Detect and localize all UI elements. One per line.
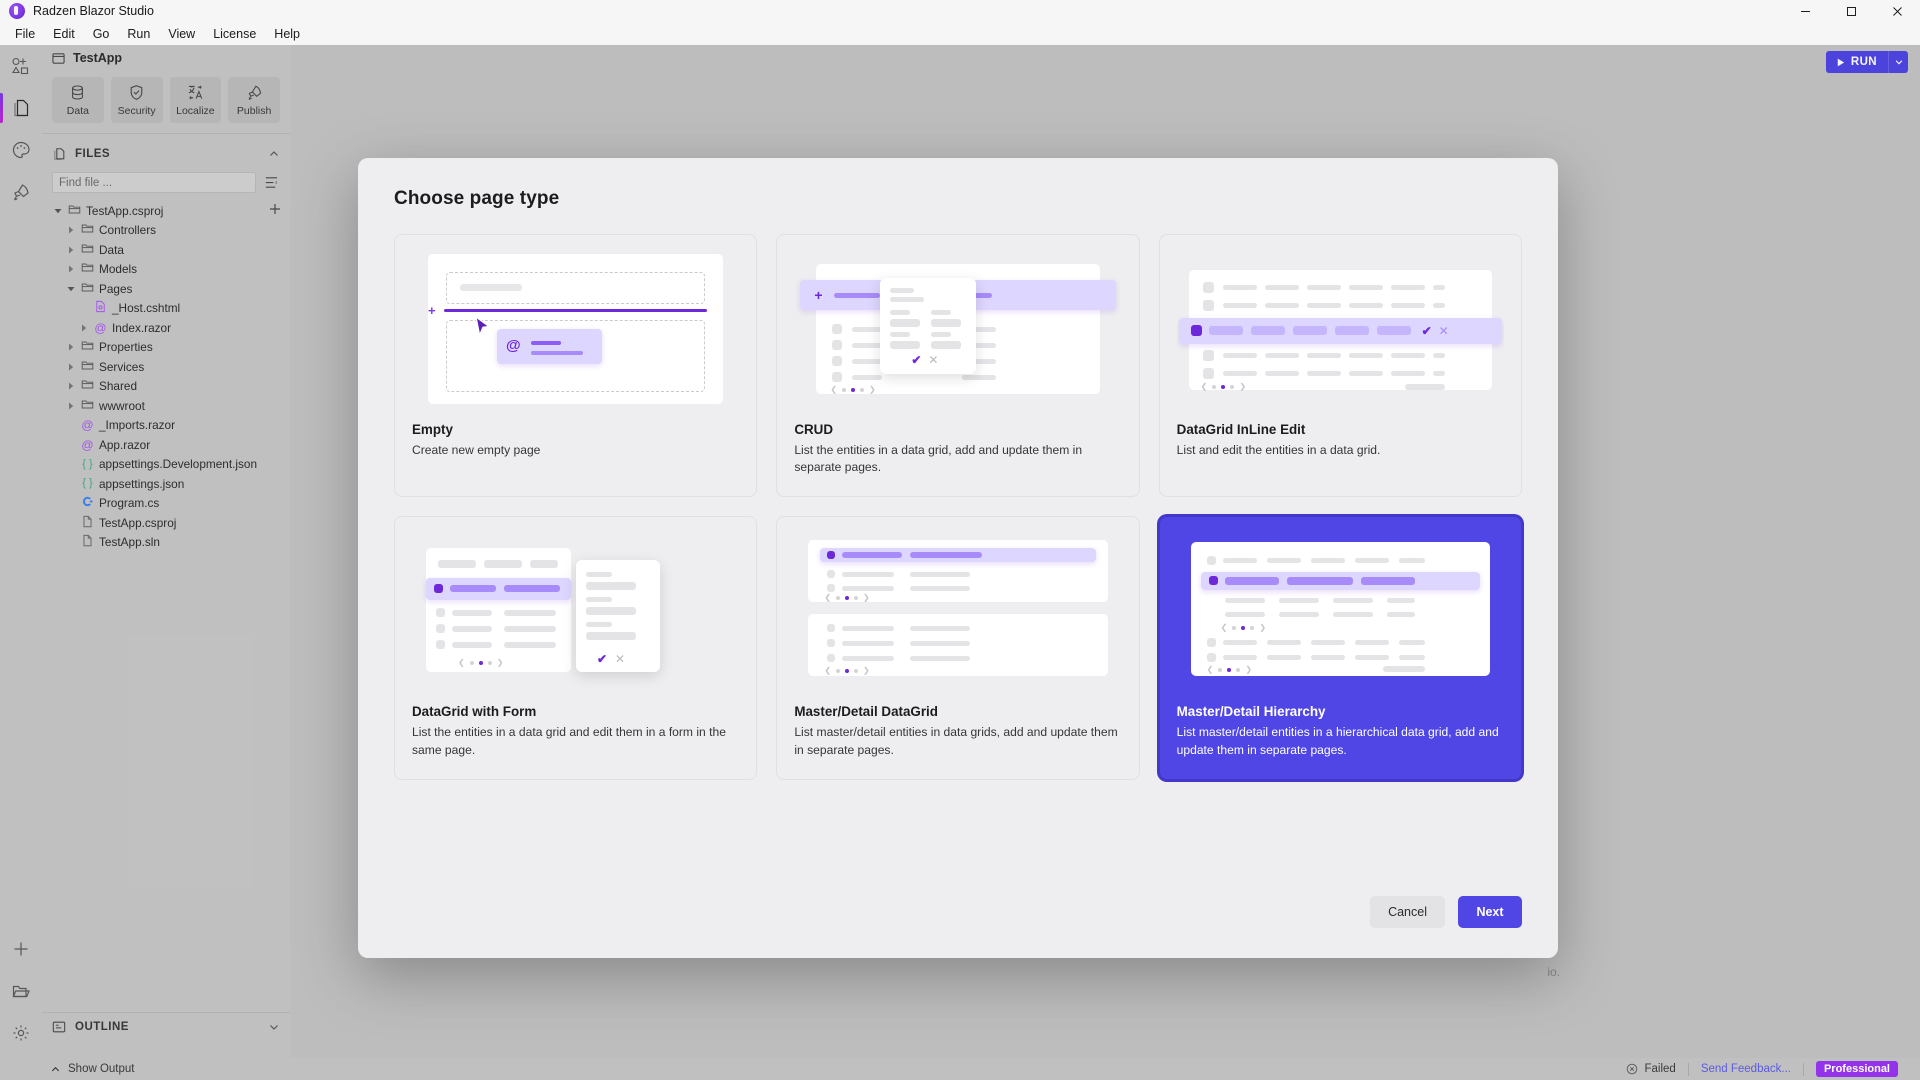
status-bar: Show Output Failed Send Feedback... Prof… bbox=[0, 1058, 1920, 1080]
confirm-check-icon: ✔ bbox=[1421, 324, 1432, 338]
page-type-card-empty[interactable]: + @ Empty Create new empty page bbox=[394, 234, 758, 498]
inline-edit-art: ✔ ✕ ❮ ❯ bbox=[1177, 252, 1504, 406]
send-feedback-label: Send Feedback... bbox=[1700, 1063, 1791, 1075]
card-description: List and edit the entities in a data gri… bbox=[1176, 443, 1381, 457]
pager-prev-icon: ❮ bbox=[1206, 665, 1214, 675]
pager-next-icon: ❯ bbox=[863, 593, 870, 603]
page-type-card-crud[interactable]: + ❮ ❯ ✔ ✕ CRUD List the entities in a da… bbox=[776, 234, 1140, 498]
pager-next-icon: ❯ bbox=[869, 385, 876, 394]
card-description: List the entities in a data grid, add an… bbox=[794, 443, 1083, 475]
pager-next-icon: ❯ bbox=[1245, 665, 1253, 675]
card-description: List master/detail entities in data grid… bbox=[794, 725, 1118, 757]
cancel-x-icon: ✕ bbox=[1438, 324, 1449, 338]
confirm-check-icon: ✔ bbox=[911, 353, 922, 367]
card-title: DataGrid InLine Edit bbox=[1176, 422, 1306, 437]
page-type-card-master-detail-hierarchy[interactable]: ❮ ❯ ❮ ❯ Master/Detail Hierarchy List mas… bbox=[1158, 516, 1522, 780]
choose-page-type-dialog: Choose page type + @ Empty Create new em… bbox=[358, 158, 1558, 958]
dialog-footer: Cancel Next bbox=[1370, 896, 1522, 928]
show-output-button[interactable]: Show Output bbox=[50, 1058, 134, 1080]
pager-prev-icon: ❮ bbox=[458, 658, 465, 668]
master-detail-hierarchy-art: ❮ ❯ ❮ ❯ bbox=[1177, 534, 1504, 688]
page-type-grid: + @ Empty Create new empty page + ❮ ❯ ✔ … bbox=[394, 234, 1522, 780]
app-window: Radzen Blazor Studio File Edit Go Run Vi… bbox=[0, 0, 1920, 1080]
license-badge: Professional bbox=[1815, 1061, 1898, 1077]
card-title: Empty bbox=[412, 422, 453, 437]
pager-prev-icon: ❮ bbox=[1200, 382, 1208, 391]
page-type-card-datagrid-inline-edit[interactable]: ✔ ✕ ❮ ❯ DataGrid InLine Edit List and ed… bbox=[1158, 234, 1522, 498]
page-type-card-master-detail-datagrid[interactable]: ❮ ❯ ❮ ❯ Master/Detail DataGrid List mast… bbox=[776, 516, 1140, 780]
next-button[interactable]: Next bbox=[1458, 896, 1522, 928]
card-title: DataGrid with Form bbox=[412, 704, 537, 720]
cancel-x-icon: ✕ bbox=[928, 353, 939, 367]
card-description: Create new empty page bbox=[412, 443, 541, 457]
build-status-label: Failed bbox=[1644, 1063, 1676, 1075]
card-description: List the entities in a data grid and edi… bbox=[412, 725, 726, 757]
crud-art: + ❮ ❯ ✔ ✕ bbox=[794, 252, 1121, 406]
show-output-label: Show Output bbox=[68, 1063, 135, 1075]
card-description: List master/detail entities in a hierarc… bbox=[1176, 725, 1499, 757]
card-title: Master/Detail DataGrid bbox=[794, 704, 938, 720]
pager-prev-icon: ❮ bbox=[830, 385, 838, 394]
pager-prev-icon: ❮ bbox=[1220, 623, 1228, 633]
empty-page-art: + @ bbox=[412, 252, 739, 406]
pager-next-icon: ❯ bbox=[863, 666, 870, 676]
error-circle-icon bbox=[1627, 1063, 1638, 1075]
status-bar-right: Failed Send Feedback... Professional bbox=[1614, 1061, 1920, 1077]
razor-at-icon: @ bbox=[506, 337, 521, 354]
build-status[interactable]: Failed bbox=[1614, 1063, 1687, 1075]
pager-prev-icon: ❮ bbox=[824, 593, 832, 603]
send-feedback-link[interactable]: Send Feedback... bbox=[1689, 1063, 1803, 1075]
chevron-up-icon bbox=[51, 1066, 60, 1071]
pager-next-icon: ❯ bbox=[1259, 623, 1267, 633]
pager-next-icon: ❯ bbox=[1239, 382, 1247, 391]
page-type-card-datagrid-with-form[interactable]: ❮ ❯ ✔ ✕ DataGrid with Form List the enti… bbox=[394, 516, 758, 780]
card-title: CRUD bbox=[794, 422, 834, 437]
card-title: Master/Detail Hierarchy bbox=[1176, 704, 1326, 720]
license-badge-wrap[interactable]: Professional bbox=[1804, 1061, 1910, 1077]
plus-icon: + bbox=[428, 303, 436, 318]
cursor-arrow-icon bbox=[475, 316, 490, 336]
master-detail-art: ❮ ❯ ❮ ❯ bbox=[794, 534, 1121, 688]
confirm-check-icon: ✔ bbox=[597, 652, 608, 667]
cancel-x-icon: ✕ bbox=[615, 652, 626, 667]
pager-next-icon: ❯ bbox=[496, 658, 504, 668]
datagrid-form-art: ❮ ❯ ✔ ✕ bbox=[412, 534, 739, 688]
cancel-button[interactable]: Cancel bbox=[1370, 896, 1445, 928]
dialog-title: Choose page type bbox=[394, 188, 560, 209]
pager-prev-icon: ❮ bbox=[824, 666, 832, 676]
plus-icon: + bbox=[814, 287, 823, 303]
